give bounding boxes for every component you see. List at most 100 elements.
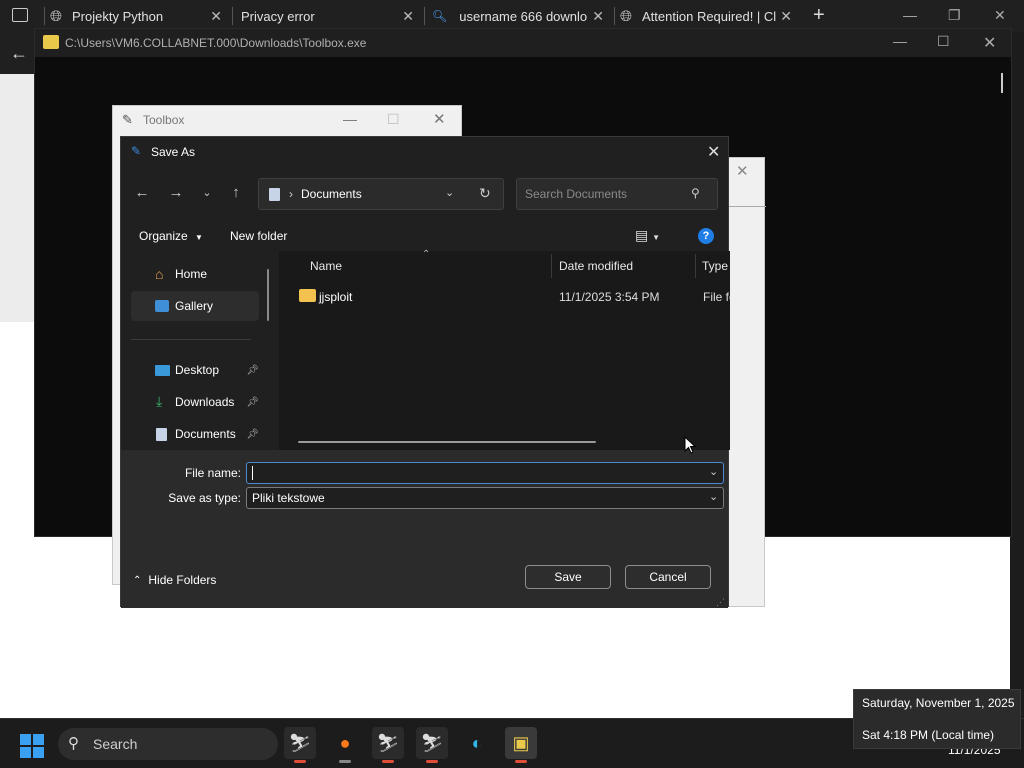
help-icon[interactable]: ? (698, 228, 714, 244)
download-icon: ⤓ (156, 393, 163, 409)
column-header-date[interactable]: Date modified (559, 259, 633, 273)
minimize-button[interactable]: — (903, 7, 917, 23)
exe-window-titlebar: C:\Users\VM6.COLLABNET.000\Downloads\Too… (35, 29, 1011, 57)
search-icon: ⚲ (68, 735, 79, 752)
save-type-select[interactable]: Pliki tekstowe ⌄ (246, 487, 724, 509)
view-options-icon[interactable]: ▤ ▼ (635, 227, 660, 244)
save-button[interactable]: Save (525, 565, 611, 589)
close-icon[interactable]: ✕ (707, 142, 720, 162)
toolbox-titlebar: ✎ Toolbox — ☐ ✕ (113, 106, 461, 134)
dialog-titlebar: ✎ Save As ✕ (121, 137, 728, 167)
save-type-value: Pliki tekstowe (252, 491, 325, 505)
close-button[interactable]: ✕ (994, 7, 1006, 24)
file-row[interactable]: jjsploit 11/1/2025 3:54 PM File fo (287, 283, 730, 309)
nav-item-downloads[interactable]: ⤓ Downloads 📌︎ (131, 387, 259, 417)
start-button[interactable] (20, 734, 44, 758)
sort-up-icon: ⌃ (422, 249, 431, 260)
file-type: File fo (703, 290, 730, 304)
chevron-down-icon[interactable]: ⌄ (709, 465, 718, 478)
close-icon[interactable]: ✕ (210, 8, 222, 25)
taskbar-firefox-icon[interactable]: ● (329, 727, 361, 763)
nav-scrollbar-thumb[interactable] (267, 269, 269, 321)
exe-window-title: C:\Users\VM6.COLLABNET.000\Downloads\Too… (65, 36, 367, 50)
tab-actions-icon[interactable] (12, 8, 28, 22)
caret-down-icon: ▼ (195, 233, 203, 242)
taskbar-toolbox-icon[interactable]: ▣ (505, 727, 537, 763)
taskbar-app-cs-icon[interactable]: ⛷︎ (284, 727, 316, 763)
breadcrumb[interactable]: Documents (301, 187, 362, 201)
mouse-cursor-icon (684, 436, 696, 454)
organize-button[interactable]: Organize ▼ (139, 229, 203, 243)
close-icon[interactable]: ✕ (736, 162, 749, 180)
chevron-right-icon: › (289, 187, 293, 201)
minimize-button[interactable]: — (343, 111, 357, 127)
restore-button[interactable]: ❐ (948, 7, 961, 24)
refresh-icon[interactable]: ↻ (479, 185, 491, 202)
cancel-button[interactable]: Cancel (625, 565, 711, 589)
pin-icon: 📌︎ (246, 364, 259, 376)
taskbar-edge-icon[interactable]: ◐ (461, 727, 493, 759)
file-name: jjsploit (319, 290, 353, 304)
globe-icon: 🌐︎ (620, 7, 633, 25)
horizontal-scrollbar-thumb[interactable] (298, 441, 596, 443)
taskbar-app-cs-icon-2[interactable]: ⛷︎ (372, 727, 404, 763)
nav-label: Home (175, 267, 208, 281)
tooltip-time: Sat 4:18 PM (Local time) (862, 728, 995, 742)
page-panel-left (0, 74, 34, 322)
nav-divider (131, 339, 251, 340)
close-button[interactable]: ✕ (983, 33, 996, 53)
globe-icon: 🌐︎ (50, 7, 63, 25)
chevron-down-icon[interactable]: ⌄ (709, 490, 718, 503)
maximize-button[interactable]: ☐ (387, 111, 400, 128)
pin-icon: 📌︎ (246, 396, 259, 408)
nav-item-home[interactable]: ⌂ Home (131, 259, 259, 289)
hide-folders-label: Hide Folders (148, 573, 217, 587)
maximize-button[interactable]: ☐ (937, 33, 950, 50)
close-button[interactable]: ✕ (433, 110, 446, 128)
file-date: 11/1/2025 3:54 PM (559, 290, 660, 304)
toolbox-title: Toolbox (143, 113, 185, 127)
nav-label: Gallery (175, 299, 214, 313)
taskbar-search-label: Search (93, 736, 138, 752)
pin-icon: 📌︎ (246, 428, 259, 440)
taskbar-app-cs-icon-3[interactable]: ⛷︎ (416, 727, 448, 763)
chevron-up-icon: ⌃ (133, 574, 142, 586)
minimize-button[interactable]: — (893, 33, 907, 49)
chevron-down-icon[interactable]: ⌄ (445, 186, 454, 199)
console-scrollbar-thumb[interactable] (1001, 73, 1003, 93)
forward-arrow-icon[interactable]: → (163, 180, 189, 206)
nav-item-gallery[interactable]: Gallery (131, 291, 259, 321)
nav-item-desktop[interactable]: Desktop 📌︎ (131, 355, 259, 385)
taskbar-search[interactable]: ⚲ Search (58, 728, 278, 760)
column-header-name[interactable]: Name (310, 259, 342, 273)
close-icon[interactable]: ✕ (780, 8, 792, 25)
search-icon: 🔍︎ (432, 9, 448, 23)
hide-folders-button[interactable]: ⌃ Hide Folders (133, 573, 216, 587)
desktop-icon (155, 365, 170, 376)
browser-scrollbar-area[interactable] (1010, 32, 1024, 718)
search-icon: ⚲ (691, 186, 700, 200)
tab-label: username 666 downloa (459, 8, 588, 24)
new-folder-button[interactable]: New folder (230, 229, 287, 243)
chevron-down-icon[interactable]: ⌄ (194, 180, 220, 206)
close-icon[interactable]: ✕ (592, 8, 604, 25)
home-icon: ⌂ (155, 266, 164, 282)
new-tab-button[interactable]: + (813, 4, 825, 27)
close-icon[interactable]: ✕ (402, 8, 414, 25)
up-arrow-icon[interactable]: ↑ (223, 180, 249, 206)
gallery-icon (155, 300, 169, 312)
back-arrow-icon[interactable]: ← (6, 40, 32, 66)
back-arrow-icon[interactable]: ← (129, 180, 155, 206)
text-cursor (252, 466, 253, 480)
search-input[interactable]: Search Documents ⚲ (516, 178, 718, 210)
app-icon (43, 35, 59, 49)
nav-item-documents[interactable]: Documents 📌︎ (131, 419, 259, 449)
file-name-field[interactable]: ⌄ (246, 462, 724, 484)
address-bar[interactable]: › Documents ⌄ ↻ (258, 178, 504, 210)
nav-label: Desktop (175, 363, 220, 377)
column-header-type[interactable]: Type (702, 259, 728, 273)
save-as-dialog: ✎ Save As ✕ ← → ⌄ ↑ › Documents ⌄ ↻ Sear… (120, 136, 730, 608)
navigation-pane: ⌂ Home Gallery Desktop 📌︎ ⤓ Downloads 📌︎… (121, 251, 271, 450)
document-icon (156, 428, 167, 441)
resize-grip-icon[interactable]: ⋰ (716, 597, 725, 608)
